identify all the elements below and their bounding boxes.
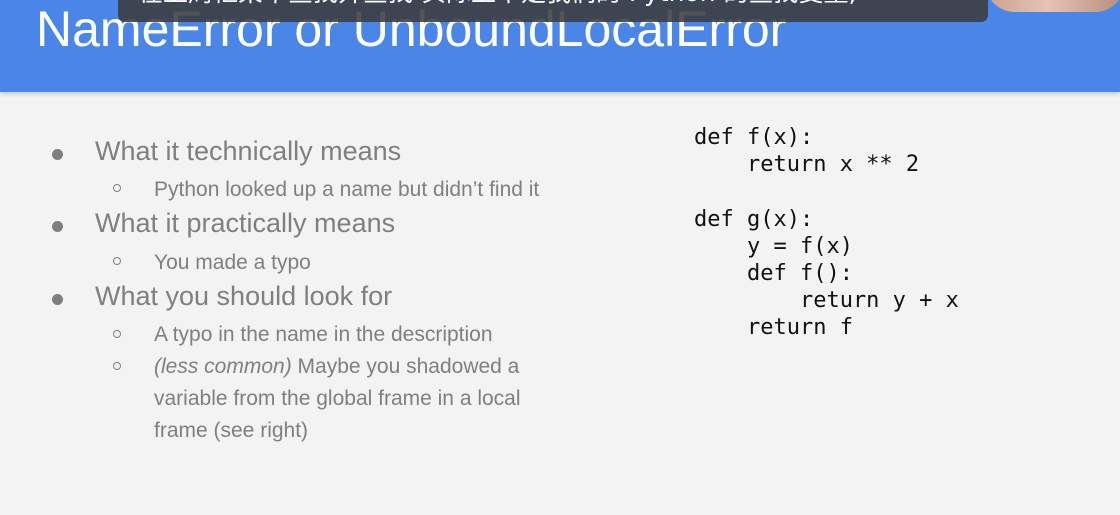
bullet-practical-meaning: What it practically means xyxy=(95,208,396,238)
bullet-dot-icon xyxy=(52,294,63,305)
sub-bullet-ring-icon xyxy=(113,257,121,265)
bullet-dot-icon xyxy=(52,149,63,160)
sub-bullet-lookup-failed: Python looked up a name but didn’t find … xyxy=(154,178,540,201)
sub-bullet-ring-icon xyxy=(113,330,121,338)
slide: NameError or UnboundLocalError 在上周框架中查找并… xyxy=(0,0,1120,515)
sub-bullet-typo: You made a typo xyxy=(154,251,311,274)
bullet-dot-icon xyxy=(52,221,63,232)
less-common-note: (less common) xyxy=(154,355,292,378)
sub-bullet-shadowed-line-3: frame (see right) xyxy=(154,419,309,442)
bullet-technical-meaning: What it technically means xyxy=(95,136,402,166)
code-example: def f(x): return x ** 2 def g(x): y = f(… xyxy=(694,125,959,341)
sub-bullet-ring-icon xyxy=(113,362,121,370)
bullet-list: What it technically means Python looked … xyxy=(0,0,640,515)
presenter-video-thumbnail xyxy=(985,0,1120,12)
sub-bullet-shadowed-line-2: variable from the global frame in a loca… xyxy=(154,387,521,410)
bullet-look-for: What you should look for xyxy=(95,281,393,311)
sub-bullet-ring-icon xyxy=(113,184,121,192)
shadowed-text: Maybe you shadowed a xyxy=(291,355,520,378)
sub-bullet-typo-description: A typo in the name in the description xyxy=(154,323,493,346)
sub-bullet-shadowed-line-1: (less common) Maybe you shadowed a xyxy=(154,351,519,383)
